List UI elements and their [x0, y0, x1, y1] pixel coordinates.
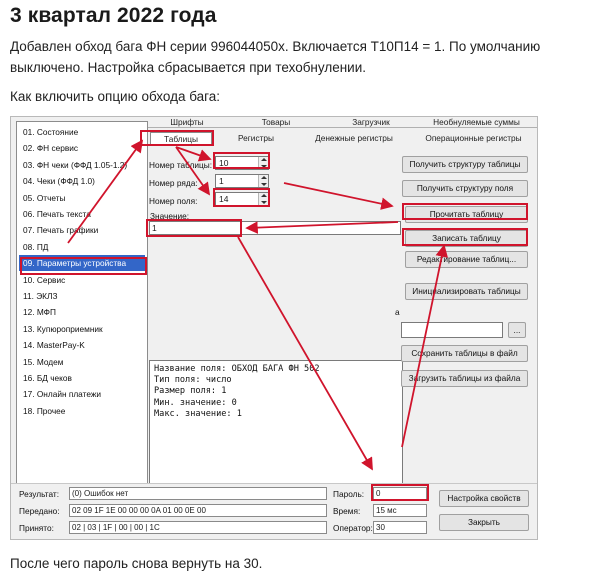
table-number-label: Номер таблицы: — [149, 160, 213, 170]
sidebar-item[interactable]: 13. Купюроприемник — [19, 321, 145, 337]
operator-value: 30 — [376, 523, 385, 532]
load-tables-button[interactable]: Загрузить таблицы из файла — [401, 370, 528, 387]
received-field: 02 | 03 | 1F | 00 | 00 | 1C — [69, 521, 327, 534]
highlight-password — [371, 484, 429, 501]
received-label: Принято: — [19, 523, 54, 533]
sent-label: Передано: — [19, 506, 60, 516]
sidebar-list[interactable]: 01. Состояние 02. ФН сервис 03. ФН чеки (Ф… — [16, 121, 148, 539]
sidebar-item[interactable]: 02. ФН сервис — [19, 140, 145, 156]
operator-label: Оператор: — [333, 523, 373, 533]
field-number-label: Номер поля: — [149, 196, 198, 206]
memo-line: Макс. значение: 1 — [154, 408, 242, 419]
driver-test-window: 01. Состояние 02. ФН сервис 03. ФН чеки (Ф… — [10, 116, 538, 540]
file-path-input[interactable] — [401, 322, 503, 338]
memo-line: Название поля: ОБХОД БАГА ФН 502 — [154, 364, 320, 374]
sidebar-item[interactable]: 17. Онлайн платежи — [19, 386, 145, 402]
highlight-selected-item — [20, 257, 147, 275]
received-value: 02 | 03 | 1F | 00 | 00 | 1C — [72, 523, 160, 532]
tab-fonts[interactable]: Шрифты — [148, 117, 226, 128]
sidebar-item[interactable]: 11. ЭКЛЗ — [19, 288, 145, 304]
time-value: 15 мс — [376, 506, 397, 515]
operator-input[interactable]: 30 — [373, 521, 427, 534]
highlight-tables-tab — [140, 130, 214, 146]
edit-tables-button[interactable]: Редактирование таблиц... — [405, 251, 528, 268]
browse-file-button[interactable]: ... — [508, 322, 526, 338]
sidebar-item[interactable]: 03. ФН чеки (ФФД 1.05-1.2) — [19, 157, 145, 173]
row-number-value: 1 — [219, 176, 224, 186]
result-field: (0) Ошибок нет — [69, 487, 327, 500]
password-label: Пароль: — [333, 489, 365, 499]
init-tables-button[interactable]: Инициализировать таблицы — [405, 283, 528, 300]
close-button[interactable]: Закрыть — [439, 514, 529, 531]
tab-goods[interactable]: Товары — [226, 117, 326, 128]
section-heading: 3 квартал 2022 года — [10, 4, 217, 27]
spin-arrows-icon[interactable] — [258, 175, 268, 187]
tab-loader[interactable]: Загрузчик — [326, 117, 416, 128]
tab-operation-registers[interactable]: Операционные регистры — [410, 132, 537, 144]
file-label: а — [395, 307, 400, 317]
tab-money-registers[interactable]: Денежные регистры — [298, 132, 410, 144]
sidebar-item[interactable]: 15. Модем — [19, 354, 145, 370]
sidebar-item[interactable]: 12. МФП — [19, 304, 145, 320]
get-field-structure-button[interactable]: Получить структуру поля — [402, 180, 528, 197]
sidebar-item[interactable]: 18. Прочее — [19, 403, 145, 419]
sent-field: 02 09 1F 1E 00 00 00 0A 01 00 0E 00 — [69, 504, 327, 517]
result-label: Результат: — [19, 489, 60, 499]
highlight-write-button — [402, 228, 528, 246]
instruction-intro: Как включить опцию обхода бага: — [10, 89, 221, 104]
time-label: Время: — [333, 506, 361, 516]
status-bar: Результат: (0) Ошибок нет Передано: 02 0… — [11, 483, 537, 539]
tabs-top-row: Шрифты Товары Загрузчик Необнуляемые сум… — [148, 117, 537, 128]
row-number-field[interactable]: 1 — [215, 174, 269, 188]
sent-value: 02 09 1F 1E 00 00 00 0A 01 00 0E 00 — [72, 506, 206, 515]
highlight-value-input — [146, 219, 242, 237]
highlight-read-button — [402, 203, 528, 220]
result-value: (0) Ошибок нет — [72, 489, 129, 498]
memo-line: Мин. значение: 0 — [154, 397, 237, 408]
sidebar-item[interactable]: 06. Печать текста — [19, 206, 145, 222]
memo-line: Тип поля: число — [154, 375, 232, 386]
settings-button[interactable]: Настройка свойств — [439, 490, 529, 507]
highlight-field-number — [213, 188, 270, 207]
sidebar-item[interactable]: 04. Чеки (ФФД 1.0) — [19, 173, 145, 189]
sidebar-item[interactable]: 05. Отчеты — [19, 190, 145, 206]
tab-nonresettable-sums[interactable]: Необнуляемые суммы — [416, 117, 537, 128]
get-table-structure-button[interactable]: Получить структуру таблицы — [402, 156, 528, 173]
tab-registers[interactable]: Регистры — [214, 132, 298, 144]
closing-note: После чего пароль снова вернуть на 30. — [10, 556, 263, 571]
sidebar-item[interactable]: 14. MasterPay-K — [19, 337, 145, 353]
save-tables-button[interactable]: Сохранить таблицы в файл — [401, 345, 528, 362]
update-description: Добавлен обход бага ФН серии 996044050х.… — [10, 39, 541, 75]
sidebar-item[interactable]: 01. Состояние — [19, 124, 145, 140]
highlight-table-number — [213, 152, 270, 169]
time-field: 15 мс — [373, 504, 427, 517]
sidebar-item[interactable]: 08. ПД — [19, 239, 145, 255]
sidebar-item[interactable]: 16. БД чеков — [19, 370, 145, 386]
row-number-label: Номер ряда: — [149, 178, 198, 188]
memo-line: Размер поля: 1 — [154, 386, 227, 397]
sidebar-item[interactable]: 07. Печать графики — [19, 222, 145, 238]
